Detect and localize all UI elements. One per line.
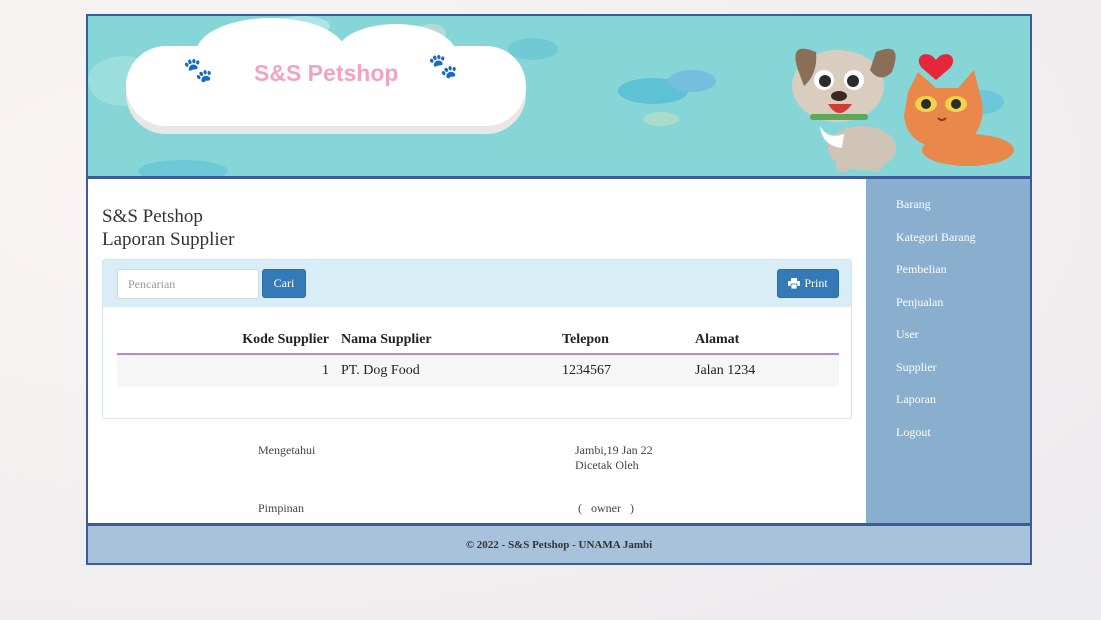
header-banner: 🐾 🐾 S&S Petshop — [88, 16, 1030, 176]
cat-figure — [904, 70, 1014, 166]
footer-text: © 2022 - S&S Petshop - UNAMA Jambi — [465, 538, 653, 551]
supplier-table: Kode Supplier Nama Supplier Telepon Alam… — [117, 326, 839, 387]
heart-icon — [918, 54, 954, 80]
header-telepon: Telepon — [556, 326, 689, 355]
sidebar-item-penjualan[interactable]: Penjualan — [866, 295, 1030, 328]
search-button[interactable]: Cari — [262, 269, 306, 298]
table-row: 1 PT. Dog Food 1234567 Jalan 1234 — [117, 354, 839, 387]
search-input[interactable] — [117, 269, 259, 299]
sidebar-item-pembelian[interactable]: Pembelian — [866, 262, 1030, 295]
brand-logo-text: S&S Petshop — [254, 60, 399, 86]
decor-bubble — [668, 70, 716, 92]
sidebar-nav: Barang Kategori Barang Pembelian Penjual… — [866, 179, 1030, 523]
sidebar-item-logout[interactable]: Logout — [866, 425, 1030, 458]
cell-telepon: 1234567 — [556, 354, 689, 387]
site-title: S&S Petshop — [102, 206, 203, 227]
report-panel: Cari Print Kode Supplier Nama Supplier T — [102, 259, 852, 419]
header-kode-supplier: Kode Supplier — [117, 326, 335, 355]
sidebar-item-kategori-barang[interactable]: Kategori Barang — [866, 230, 1030, 263]
paw-icon: 🐾 — [428, 52, 458, 80]
signature-printer: ( owner ) — [578, 501, 634, 515]
dog-figure — [792, 48, 896, 172]
signature-printed-by: Dicetak Oleh — [575, 458, 639, 472]
decor-bubble — [643, 112, 679, 126]
sidebar-item-user[interactable]: User — [866, 327, 1030, 360]
cell-kode-supplier: 1 — [117, 354, 335, 387]
header-nama-supplier: Nama Supplier — [335, 326, 556, 355]
table-header-row: Kode Supplier Nama Supplier Telepon Alam… — [117, 326, 839, 355]
sidebar-item-barang[interactable]: Barang — [866, 197, 1030, 230]
main-content: S&S Petshop Laporan Supplier Cari Print — [88, 179, 864, 523]
pets-illustration — [792, 48, 1014, 172]
header-alamat: Alamat — [689, 326, 839, 355]
printer-icon — [788, 278, 801, 289]
signature-leader: Pimpinan — [258, 501, 305, 515]
panel-toolbar: Cari Print — [103, 260, 851, 307]
print-button-label: Print — [804, 276, 828, 290]
sidebar-item-supplier[interactable]: Supplier — [866, 360, 1030, 393]
signature-place-date: Jambi,19 Jan 22 — [575, 443, 653, 457]
signature-acknowledged: Mengetahui — [258, 443, 316, 457]
page-title: Laporan Supplier — [102, 229, 235, 250]
cell-nama-supplier: PT. Dog Food — [335, 354, 556, 387]
decor-bubble — [138, 160, 228, 176]
print-button[interactable]: Print — [777, 269, 839, 298]
paw-icon: 🐾 — [183, 56, 213, 84]
sidebar-item-laporan[interactable]: Laporan — [866, 392, 1030, 425]
footer: © 2022 - S&S Petshop - UNAMA Jambi — [88, 526, 1030, 563]
app-frame: 🐾 🐾 S&S Petshop S&S Petshop Laporan Supp… — [86, 14, 1032, 565]
cell-alamat: Jalan 1234 — [689, 354, 839, 387]
decor-bubble — [508, 38, 558, 60]
